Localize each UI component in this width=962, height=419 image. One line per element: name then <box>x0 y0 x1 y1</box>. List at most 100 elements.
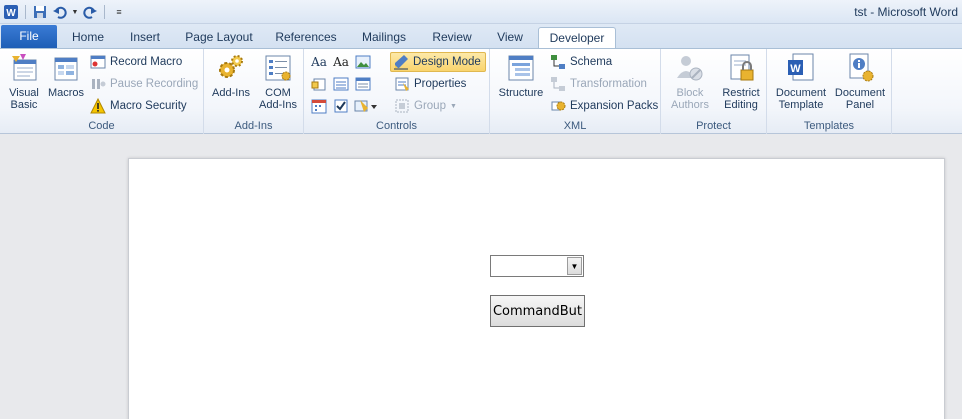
transformation-button[interactable]: Transformation <box>550 74 647 94</box>
record-macro-button[interactable]: Record Macro <box>90 52 182 72</box>
tab-home[interactable]: Home <box>62 27 114 48</box>
save-icon[interactable] <box>31 3 49 21</box>
visual-basic-label: Visual Basic <box>9 87 39 111</box>
warning-icon <box>90 98 106 114</box>
date-picker-control-icon[interactable] <box>310 97 328 115</box>
ribbon-tabs: File Home Insert Page Layout References … <box>0 24 962 48</box>
title-bar: W ▼ ≡ tst - Microsoft Word <box>0 0 962 24</box>
design-mode-label: Design Mode <box>413 56 481 68</box>
pause-icon <box>92 79 106 89</box>
macro-security-button[interactable]: Macro Security <box>90 96 187 116</box>
visual-basic-icon <box>12 54 37 81</box>
group-label-protect: Protect <box>696 120 731 132</box>
redo-icon[interactable] <box>81 3 99 21</box>
group-protect: Block Authors Restrict Editing Protect <box>661 49 767 134</box>
svg-text:W: W <box>6 8 16 19</box>
tab-references[interactable]: References <box>268 27 344 48</box>
document-panel-label: Document Panel <box>834 87 886 111</box>
macros-label: Macros <box>47 87 85 99</box>
group-icon <box>395 99 409 113</box>
macros-icon <box>54 57 78 81</box>
group-add-ins: Add-Ins COM Add-Ins Add-Ins <box>204 49 304 134</box>
add-ins-label: Add-Ins <box>212 87 250 99</box>
picture-content-control-icon[interactable] <box>354 53 372 71</box>
structure-icon <box>508 55 534 81</box>
record-macro-label: Record Macro <box>110 56 183 68</box>
pause-recording-button[interactable]: Pause Recording <box>90 74 198 94</box>
restrict-editing-label: Restrict Editing <box>722 87 760 111</box>
tab-mailings[interactable]: Mailings <box>352 27 416 48</box>
properties-label: Properties <box>414 78 467 90</box>
group-label-add-ins: Add-Ins <box>234 120 273 132</box>
expansion-packs-button[interactable]: Expansion Packs <box>550 96 658 116</box>
tab-insert[interactable]: Insert <box>120 27 170 48</box>
qat-separator <box>104 5 105 19</box>
customize-qat-icon[interactable]: ≡ <box>110 3 128 21</box>
tab-page-layout[interactable]: Page Layout <box>178 27 260 48</box>
com-add-ins-button[interactable]: COM Add-Ins <box>256 52 300 111</box>
undo-icon[interactable] <box>51 3 69 21</box>
pause-recording-label: Pause Recording <box>110 78 199 90</box>
add-ins-button[interactable]: Add-Ins <box>208 52 254 99</box>
undo-dropdown-icon[interactable]: ▼ <box>71 3 79 21</box>
tab-view[interactable]: View <box>488 27 532 48</box>
structure-label: Structure <box>498 87 544 99</box>
schema-label: Schema <box>570 56 613 68</box>
group-dropdown-icon: ▼ <box>449 102 457 110</box>
group-label-xml: XML <box>563 120 587 132</box>
qat-separator <box>25 5 26 19</box>
window-title: tst - Microsoft Word <box>854 5 958 19</box>
group-controls: Aa Aa Design Mode Properties Group ▼ Con… <box>304 49 490 134</box>
gears-icon <box>219 55 243 78</box>
word-app-icon[interactable]: W <box>2 3 20 21</box>
plain-text-content-control-icon[interactable]: Aa <box>332 53 350 71</box>
block-authors-label: Block Authors <box>671 87 709 111</box>
expansion-packs-icon <box>551 101 566 111</box>
drop-down-list-control-icon[interactable] <box>354 75 372 93</box>
lock-document-icon <box>730 54 754 81</box>
command-button[interactable]: CommandBut <box>490 295 585 327</box>
restrict-editing-button[interactable]: Restrict Editing <box>717 52 765 111</box>
structure-button[interactable]: Structure <box>494 52 548 99</box>
combo-box-control[interactable]: ▼ <box>490 255 584 277</box>
com-add-ins-label: COM Add-Ins <box>259 87 297 111</box>
design-mode-button[interactable]: Design Mode <box>390 52 486 72</box>
building-block-control-icon[interactable] <box>310 75 328 93</box>
tab-review[interactable]: Review <box>424 27 480 48</box>
legacy-tools-icon[interactable] <box>354 97 378 115</box>
group-label-controls: Controls <box>376 120 417 132</box>
document-template-label: Document Template <box>775 87 827 111</box>
record-macro-icon <box>90 55 106 69</box>
document-panel-button[interactable]: Document Panel <box>831 52 889 111</box>
expansion-packs-label: Expansion Packs <box>570 100 659 112</box>
tab-developer[interactable]: Developer <box>538 27 616 48</box>
group-label: Group <box>414 100 446 112</box>
schema-button[interactable]: Schema <box>550 52 612 72</box>
com-add-ins-icon <box>265 55 291 81</box>
group-xml: Structure Schema Transformation Expansio… <box>490 49 661 134</box>
visual-basic-button[interactable]: Visual Basic <box>4 52 44 111</box>
document-panel-icon <box>849 53 874 82</box>
document-template-icon: W <box>788 53 814 81</box>
macros-button[interactable]: Macros <box>46 52 86 99</box>
document-area: ▼ CommandBut <box>0 134 962 419</box>
tab-file[interactable]: File <box>1 25 57 48</box>
group-button[interactable]: Group ▼ <box>394 96 457 116</box>
combo-box-control-icon[interactable] <box>332 75 350 93</box>
properties-icon <box>395 77 409 91</box>
check-box-control-icon[interactable] <box>332 97 350 115</box>
block-authors-icon <box>677 56 703 81</box>
group-templates: W Document Template Document Panel Templ… <box>767 49 892 134</box>
rich-text-content-control-icon[interactable]: Aa <box>310 53 328 71</box>
group-label-templates: Templates <box>803 120 855 132</box>
document-page[interactable]: ▼ CommandBut <box>128 158 945 419</box>
properties-button[interactable]: Properties <box>394 74 466 94</box>
chevron-down-icon[interactable]: ▼ <box>567 257 582 275</box>
transformation-icon <box>551 77 565 91</box>
transformation-label: Transformation <box>570 78 647 90</box>
block-authors-button[interactable]: Block Authors <box>665 52 715 111</box>
schema-icon <box>551 55 565 69</box>
macro-security-label: Macro Security <box>110 100 187 112</box>
document-template-button[interactable]: W Document Template <box>771 52 831 111</box>
quick-access-toolbar: W ▼ ≡ <box>2 3 128 21</box>
